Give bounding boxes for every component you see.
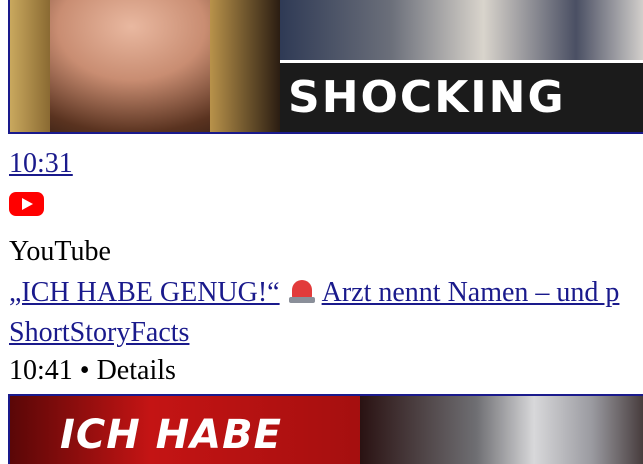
video-title-link[interactable]: „ICH HABE GENUG!“ Arzt nennt Namen – und … bbox=[9, 277, 619, 309]
source-label: YouTube bbox=[9, 236, 111, 267]
siren-icon bbox=[288, 278, 316, 304]
video-duration-link[interactable]: 10:31 bbox=[9, 148, 73, 180]
video-thumbnail-top[interactable]: SHOCKING bbox=[8, 0, 643, 134]
thumbnail-photo bbox=[280, 0, 643, 63]
video-thumbnail-bottom[interactable]: ICH HABE bbox=[8, 394, 643, 464]
video-meta: 10:41 • Details bbox=[9, 355, 176, 386]
video-title-end: Arzt nennt Namen – und p bbox=[321, 277, 620, 308]
thumbnail-headline: SHOCKING bbox=[288, 72, 566, 123]
youtube-icon bbox=[9, 192, 44, 216]
thumbnail-portrait bbox=[360, 396, 643, 464]
channel-link[interactable]: ShortStoryFacts bbox=[9, 317, 189, 349]
thumbnail-hair-right bbox=[210, 0, 280, 132]
video-title-start: „ICH HABE GENUG!“ bbox=[9, 277, 280, 308]
thumbnail-headline-bottom: ICH HABE bbox=[60, 412, 282, 458]
thumbnail-hair-left bbox=[10, 0, 50, 132]
